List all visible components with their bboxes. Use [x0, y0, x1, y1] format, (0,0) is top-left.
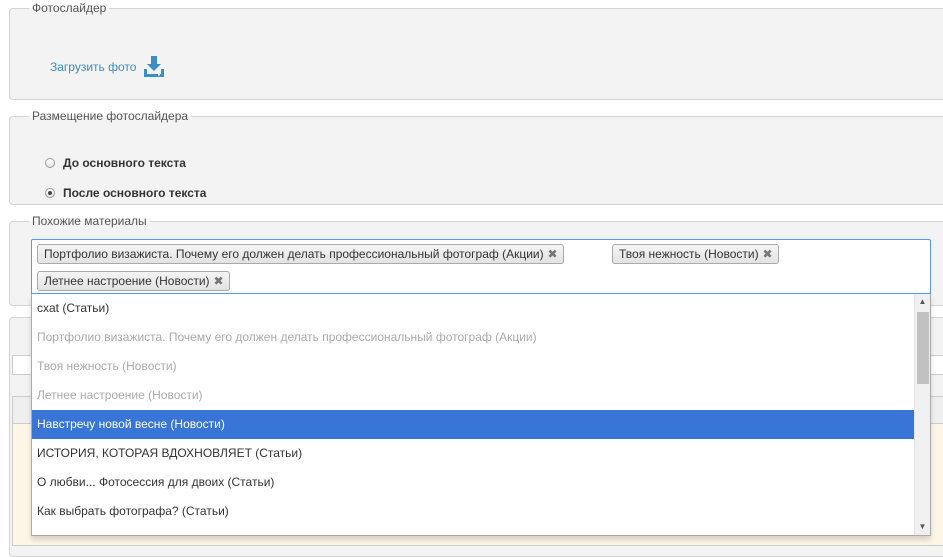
- radio-after-text-label: После основного текста: [63, 186, 207, 200]
- chip-label: Портфолио визажиста. Почему его должен д…: [44, 247, 544, 261]
- dropdown-option[interactable]: cxat (Статьи): [32, 294, 915, 323]
- dropdown-option[interactable]: Навстречу новой весне (Новости): [32, 410, 915, 439]
- remove-chip-icon[interactable]: ✖: [763, 245, 773, 263]
- remove-chip-icon[interactable]: ✖: [548, 245, 558, 263]
- upload-photo-button[interactable]: Загрузить фото: [50, 55, 166, 79]
- dropdown-option[interactable]: О любви... Фотосессия для двоих (Статьи): [32, 468, 915, 497]
- dropdown-option[interactable]: ИСТОРИЯ, КОТОРАЯ ВДОХНОВЛЯЕТ (Статьи): [32, 439, 915, 468]
- slider-placement-legend: Размещение фотослайдера: [32, 109, 189, 123]
- download-icon: [142, 55, 166, 79]
- chip-label: Летнее настроение (Новости): [44, 274, 210, 288]
- photo-slider-legend: Фотослайдер: [32, 1, 107, 15]
- photo-slider-section: Фотослайдер Загрузить фото: [9, 1, 943, 100]
- radio-before-text-label: До основного текста: [63, 156, 186, 170]
- chip-label: Твоя нежность (Новости): [619, 247, 759, 261]
- scroll-thumb[interactable]: [917, 312, 929, 384]
- related-materials-dropdown: cxat (Статьи) Портфолио визажиста. Почем…: [31, 294, 931, 536]
- radio-after-text[interactable]: После основного текста: [45, 186, 206, 200]
- selected-chip: Летнее настроение (Новости) ✖: [37, 271, 230, 291]
- dropdown-option: Портфолио визажиста. Почему его должен д…: [37, 330, 537, 344]
- dropdown-scrollbar[interactable]: ▲ ▼: [914, 294, 930, 535]
- related-materials-legend: Похожие материалы: [32, 214, 147, 228]
- radio-before-text[interactable]: До основного текста: [45, 156, 186, 170]
- dropdown-option: Летнее настроение (Новости): [37, 388, 203, 402]
- scroll-down-icon[interactable]: ▼: [915, 519, 930, 535]
- remove-chip-icon[interactable]: ✖: [214, 272, 224, 290]
- dropdown-option: Твоя нежность (Новости): [37, 359, 177, 373]
- dropdown-option[interactable]: Как выбрать фотографа? (Статьи): [32, 497, 915, 526]
- slider-placement-section: Размещение фотослайдера До основного тек…: [9, 109, 943, 205]
- related-materials-select[interactable]: Портфолио визажиста. Почему его должен д…: [31, 239, 931, 294]
- selected-chip: Твоя нежность (Новости) ✖: [612, 244, 779, 264]
- radio-after-text-input[interactable]: [45, 188, 55, 198]
- radio-before-text-input[interactable]: [45, 158, 55, 168]
- selected-chip: Портфолио визажиста. Почему его должен д…: [37, 244, 564, 264]
- upload-photo-label: Загрузить фото: [50, 60, 137, 74]
- scroll-up-icon[interactable]: ▲: [915, 294, 930, 310]
